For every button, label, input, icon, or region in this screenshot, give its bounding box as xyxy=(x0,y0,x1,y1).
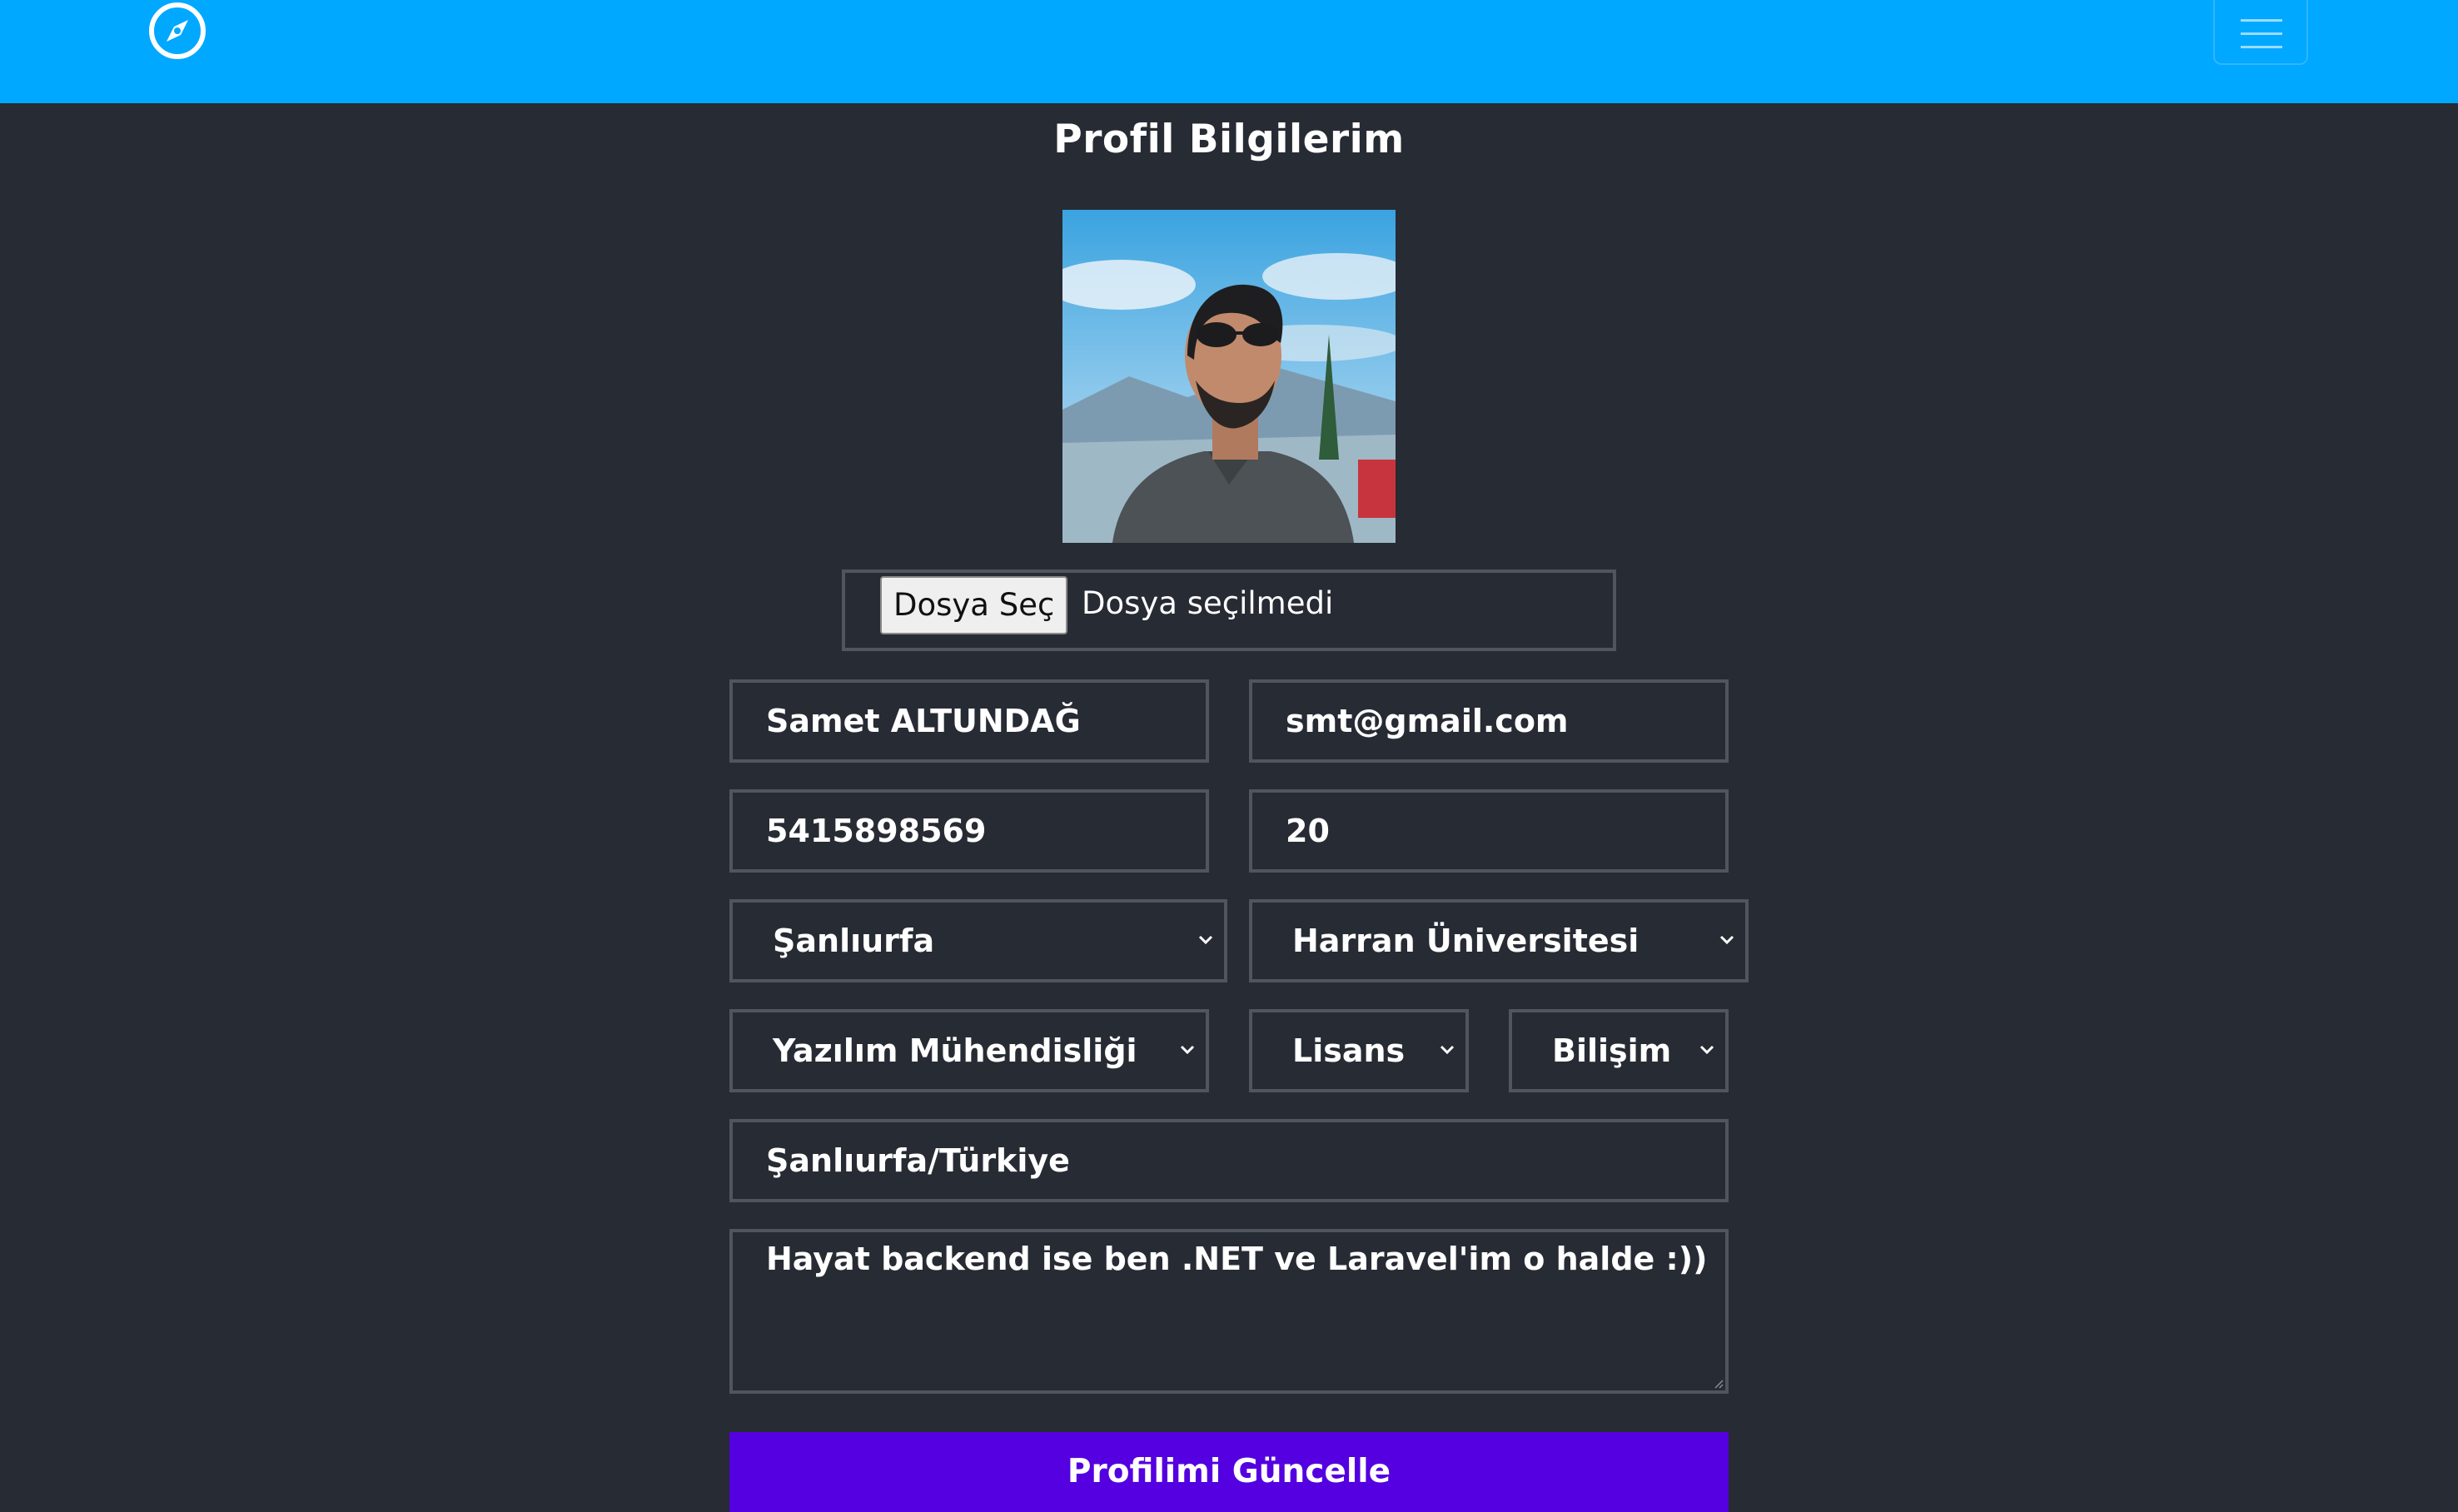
chevron-down-icon xyxy=(1439,1044,1455,1056)
city-select-value: Şanlıurfa xyxy=(773,923,935,959)
hamburger-menu-icon xyxy=(2241,19,2282,48)
address-input[interactable]: Şanlıurfa/Türkiye xyxy=(729,1119,1729,1202)
update-profile-button[interactable]: Profilimi Güncelle xyxy=(729,1432,1729,1512)
university-select-value: Harran Üniversitesi xyxy=(1292,923,1639,959)
university-select[interactable]: Harran Üniversitesi xyxy=(1249,899,1749,982)
profile-photo xyxy=(1062,210,1396,543)
department-select[interactable]: Yazılım Mühendisliği xyxy=(729,1009,1209,1092)
degree-select[interactable]: Lisans xyxy=(1249,1009,1469,1092)
resize-grip-icon[interactable] xyxy=(1714,1379,1724,1389)
chevron-down-icon xyxy=(1719,934,1735,946)
compass-icon[interactable] xyxy=(147,1,207,61)
city-select[interactable]: Şanlıurfa xyxy=(729,899,1227,982)
bio-text: Hayat backend ise ben .NET ve Laravel'im… xyxy=(766,1241,1708,1277)
degree-select-value: Lisans xyxy=(1292,1032,1406,1069)
department-select-value: Yazılım Mühendisliği xyxy=(773,1032,1137,1069)
file-status-text: Dosya seçilmedi xyxy=(1082,585,1334,621)
file-upload-field: Dosya Seç Dosya seçilmedi xyxy=(842,569,1616,651)
chevron-down-icon xyxy=(1699,1044,1715,1056)
bio-textarea[interactable]: Hayat backend ise ben .NET ve Laravel'im… xyxy=(729,1229,1729,1394)
top-navbar xyxy=(0,0,2458,103)
chevron-down-icon xyxy=(1197,934,1214,946)
email-input[interactable]: smt@gmail.com xyxy=(1249,679,1729,763)
hamburger-menu-button[interactable] xyxy=(2213,0,2308,65)
phone-input[interactable]: 5415898569 xyxy=(729,789,1209,873)
page-title: Profil Bilgilerim xyxy=(1053,117,1405,162)
choose-file-button[interactable]: Dosya Seç xyxy=(880,576,1068,634)
full-name-input[interactable]: Samet ALTUNDAĞ xyxy=(729,679,1209,763)
age-input[interactable]: 20 xyxy=(1249,789,1729,873)
faculty-select-value: Bilişim xyxy=(1552,1032,1672,1069)
faculty-select[interactable]: Bilişim xyxy=(1509,1009,1729,1092)
chevron-down-icon xyxy=(1179,1044,1196,1056)
